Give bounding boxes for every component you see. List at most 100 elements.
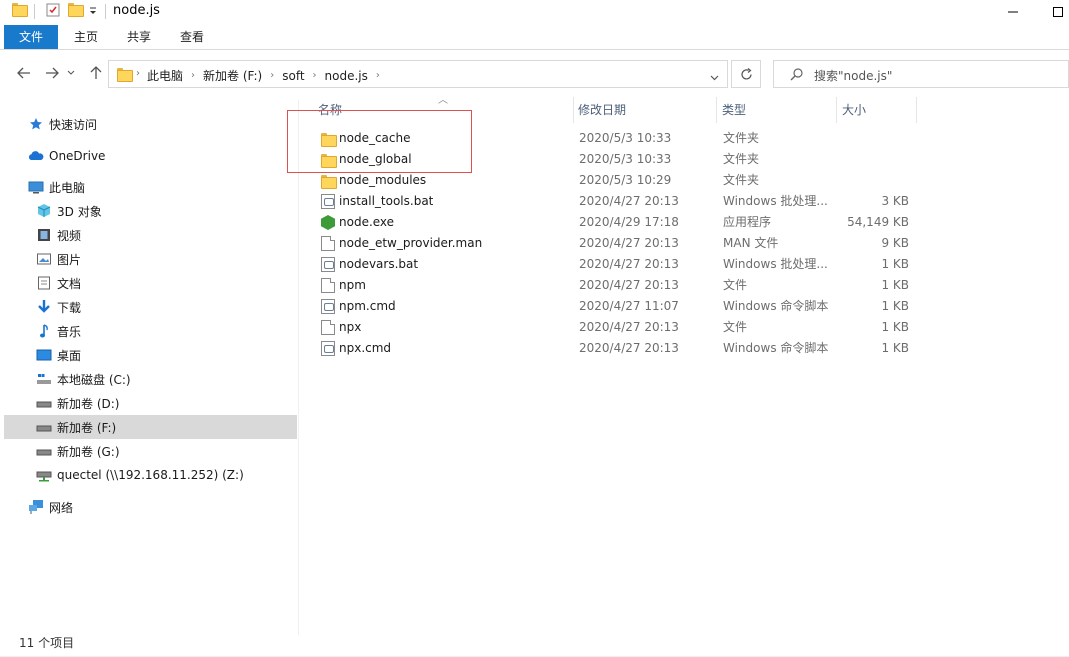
nav-item-label: 新加卷 (D:) xyxy=(57,396,120,411)
chevron-right-icon[interactable]: › xyxy=(270,70,274,81)
chevron-right-icon[interactable]: › xyxy=(376,70,380,81)
back-button[interactable] xyxy=(14,62,34,84)
file-row[interactable]: npx.cmd 2020/4/27 20:13 Windows 命令脚本 1 KB xyxy=(318,338,918,359)
nav-item-label: 音乐 xyxy=(57,324,82,339)
file-name: install_tools.bat xyxy=(339,194,434,208)
forward-button[interactable] xyxy=(42,62,62,84)
search-box[interactable]: 搜索"node.js" xyxy=(773,60,1069,88)
file-size: 1 KB xyxy=(881,257,909,271)
breadcrumb-drive-f[interactable]: 新加卷 (F:) xyxy=(203,67,262,84)
title-bar: node.js xyxy=(0,0,1069,24)
file-size: 3 KB xyxy=(881,194,909,208)
column-header-date[interactable]: 修改日期 xyxy=(575,97,715,123)
nav-item-drive-d[interactable]: 新加卷 (D:) xyxy=(36,391,119,415)
cube-icon xyxy=(36,203,52,219)
video-icon xyxy=(36,227,52,243)
file-row[interactable]: npx 2020/4/27 20:13 文件 1 KB xyxy=(318,317,918,338)
ribbon-tabs: 文件 主页 共享 查看 xyxy=(0,25,1069,50)
breadcrumb-this-pc[interactable]: 此电脑 xyxy=(147,67,183,84)
nav-item-label: 此电脑 xyxy=(49,180,86,195)
nav-item-onedrive[interactable]: OneDrive xyxy=(28,144,105,168)
address-bar[interactable]: › 此电脑 › 新加卷 (F:) › soft › node.js › xyxy=(108,60,728,88)
chevron-right-icon[interactable]: › xyxy=(313,70,317,81)
file-icon xyxy=(321,236,335,251)
file-row[interactable]: node_modules 2020/5/3 10:29 文件夹 xyxy=(318,170,918,191)
batch-file-icon xyxy=(321,194,335,209)
up-button[interactable] xyxy=(86,62,106,84)
file-date: 2020/4/27 20:13 xyxy=(579,278,679,292)
tab-file[interactable]: 文件 xyxy=(4,25,58,49)
nav-item-pictures[interactable]: 图片 xyxy=(36,247,81,271)
column-header-size[interactable]: 大小 xyxy=(839,97,915,123)
drive-icon xyxy=(36,419,52,435)
nav-item-network[interactable]: 网络 xyxy=(28,495,73,519)
star-icon xyxy=(28,116,44,132)
nav-item-drive-c[interactable]: 本地磁盘 (C:) xyxy=(36,367,131,391)
chevron-right-icon[interactable]: › xyxy=(191,70,195,81)
nav-item-videos[interactable]: 视频 xyxy=(36,223,81,247)
highlight-box xyxy=(287,110,472,173)
breadcrumb-soft[interactable]: soft xyxy=(282,69,304,83)
file-date: 2020/5/3 10:33 xyxy=(579,131,672,145)
file-date: 2020/4/27 20:13 xyxy=(579,341,679,355)
nav-item-desktop[interactable]: 桌面 xyxy=(36,343,81,367)
nav-item-label: 桌面 xyxy=(57,348,82,363)
customize-toolbar-icon[interactable] xyxy=(88,4,98,18)
nav-item-label: 3D 对象 xyxy=(57,204,102,219)
refresh-icon xyxy=(740,67,752,80)
pane-divider[interactable] xyxy=(298,100,299,635)
properties-icon[interactable] xyxy=(46,3,60,17)
column-divider[interactable] xyxy=(916,97,917,123)
breadcrumb-nodejs[interactable]: node.js xyxy=(325,69,368,83)
separator xyxy=(34,4,35,19)
refresh-button[interactable] xyxy=(731,60,761,88)
desktop-icon xyxy=(36,347,52,363)
file-row[interactable]: node_etw_provider.man 2020/4/27 20:13 MAN … xyxy=(318,233,918,254)
nav-item-label: 快速访问 xyxy=(49,117,98,132)
nav-item-drive-f[interactable]: 新加卷 (F:) xyxy=(4,415,297,439)
file-row[interactable]: node.exe 2020/4/29 17:18 应用程序 54,149 KB xyxy=(318,212,918,233)
file-size: 1 KB xyxy=(881,341,909,355)
folder-icon[interactable] xyxy=(12,3,28,17)
minimize-button[interactable] xyxy=(998,0,1028,24)
file-size xyxy=(836,170,909,191)
batch-file-icon xyxy=(321,299,335,314)
file-row[interactable]: npm 2020/4/27 20:13 文件 1 KB xyxy=(318,275,918,296)
nav-item-label: 文档 xyxy=(57,276,82,291)
column-divider[interactable] xyxy=(836,97,837,123)
chevron-right-icon[interactable]: › xyxy=(136,68,140,79)
maximize-button[interactable] xyxy=(1043,0,1069,24)
separator xyxy=(105,4,106,19)
tab-home[interactable]: 主页 xyxy=(62,25,110,49)
file-row[interactable]: nodevars.bat 2020/4/27 20:13 Windows 批处理..… xyxy=(318,254,918,275)
column-divider[interactable] xyxy=(716,97,717,123)
nav-item-drive-z[interactable]: quectel (\\192.168.11.252) (Z:) xyxy=(36,463,244,487)
nav-item-music[interactable]: 音乐 xyxy=(36,319,81,343)
nav-item-drive-g[interactable]: 新加卷 (G:) xyxy=(36,439,120,463)
file-type: 文件夹 xyxy=(723,131,760,145)
column-divider[interactable] xyxy=(573,97,574,123)
file-row[interactable]: install_tools.bat 2020/4/27 20:13 Windows … xyxy=(318,191,918,212)
file-name: node_etw_provider.man xyxy=(339,236,483,250)
tab-share[interactable]: 共享 xyxy=(114,25,164,49)
column-header-type[interactable]: 类型 xyxy=(719,97,835,123)
nav-item-this-pc[interactable]: 此电脑 xyxy=(28,175,85,199)
tab-view[interactable]: 查看 xyxy=(166,25,218,49)
file-type: 文件夹 xyxy=(723,173,760,187)
nav-item-3d-objects[interactable]: 3D 对象 xyxy=(36,199,102,223)
chevron-down-icon[interactable] xyxy=(710,70,719,84)
download-icon xyxy=(36,299,52,315)
file-type: Windows 批处理... xyxy=(723,257,828,271)
nav-item-quick-access[interactable]: 快速访问 xyxy=(28,112,97,136)
window-title: node.js xyxy=(113,3,160,18)
nav-item-documents[interactable]: 文档 xyxy=(36,271,81,295)
file-date: 2020/4/27 20:13 xyxy=(579,236,679,250)
new-folder-icon[interactable] xyxy=(68,3,84,17)
recent-locations-button[interactable] xyxy=(64,62,78,84)
file-name: npm xyxy=(339,278,366,292)
picture-icon xyxy=(36,251,52,267)
nav-item-downloads[interactable]: 下载 xyxy=(36,295,81,319)
file-row[interactable]: npm.cmd 2020/4/27 11:07 Windows 命令脚本 1 KB xyxy=(318,296,918,317)
file-name: node_modules xyxy=(339,173,427,187)
search-input[interactable]: 搜索"node.js" xyxy=(814,67,892,84)
